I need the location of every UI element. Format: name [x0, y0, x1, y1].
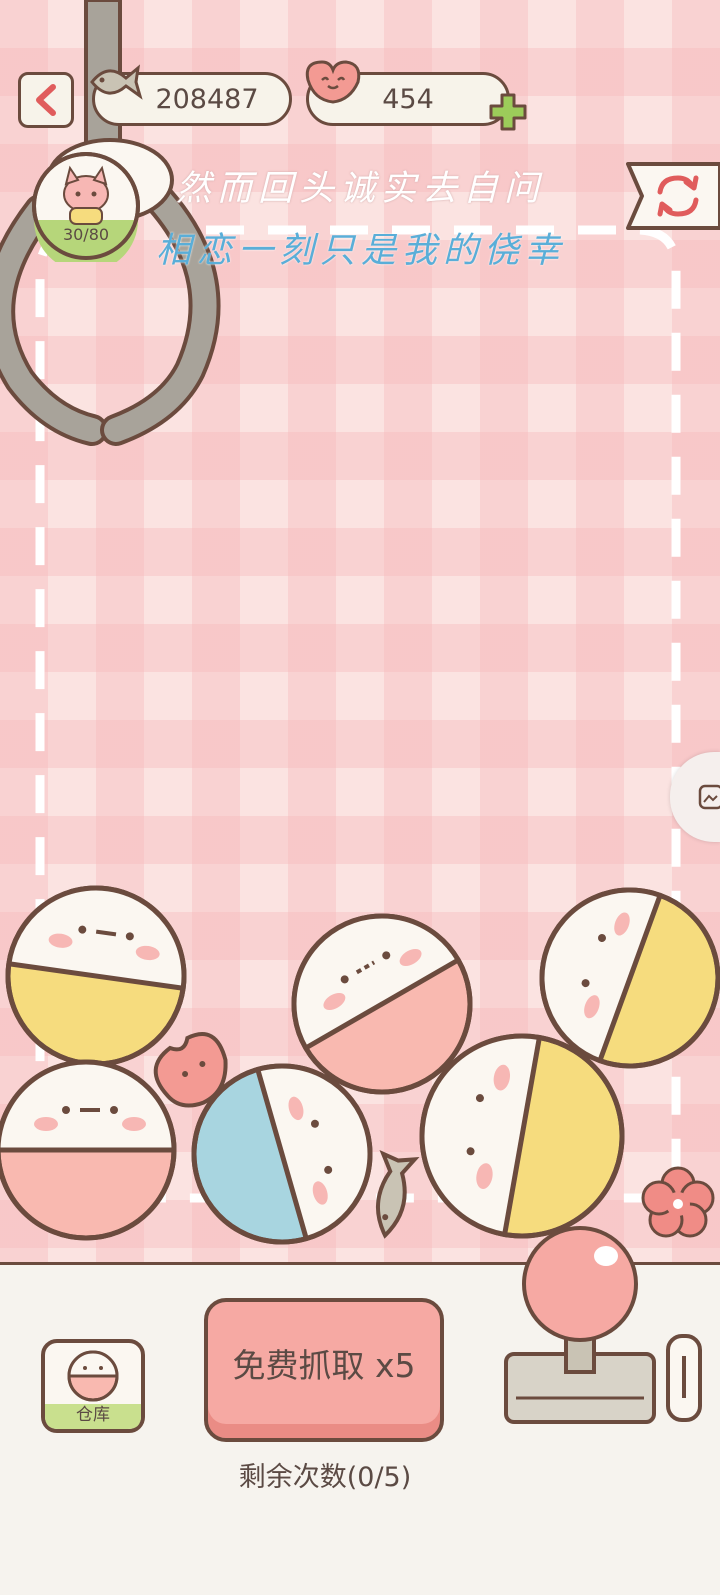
claw-counter-badge — [32, 152, 140, 262]
remaining-attempts: 剩余次数(0/5) — [238, 1462, 412, 1493]
lyric-line-2: 相恋一刻只是我的侥幸 — [156, 231, 567, 271]
claw-counter-text: 30/80 — [62, 225, 110, 244]
cat-icon — [63, 165, 109, 225]
heart-count: 454 — [382, 83, 434, 115]
fish-icon — [90, 64, 143, 100]
refresh-button[interactable] — [626, 160, 720, 232]
add-hearts-button[interactable] — [488, 92, 528, 132]
joystick[interactable] — [496, 1226, 720, 1436]
free-grab-button[interactable]: 免费抓取 x5 — [204, 1298, 444, 1442]
back-button[interactable] — [18, 72, 74, 128]
capsule-icon — [67, 1350, 119, 1402]
warehouse-label: 仓库 — [76, 1405, 110, 1425]
chevron-left-icon — [36, 84, 56, 116]
heart-icon — [305, 60, 361, 104]
image-icon — [698, 784, 720, 810]
capsule-yellow[interactable] — [0, 877, 195, 1076]
fish-count: 208487 — [155, 83, 259, 115]
capsule-pink-left[interactable] — [0, 1059, 177, 1241]
lyric-line-1: 然而回头诚实去自问 — [176, 169, 546, 209]
